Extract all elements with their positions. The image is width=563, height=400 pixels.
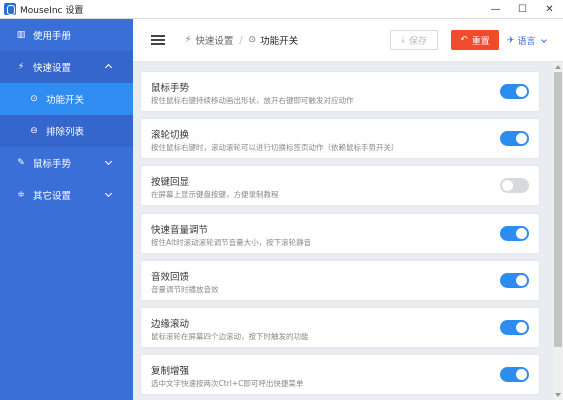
flash-icon: ⚡ [17,62,25,72]
setting-description: 按住Alt时滚动滚轮调节音量大小，按下滚轮静音 [151,238,312,247]
sidebar-item-exclude-list[interactable]: ⊖ 排除列表 [0,115,133,147]
close-button[interactable]: ✕ [536,0,563,19]
setting-title: 音效回馈 [151,272,190,283]
chevron-up-icon [104,63,113,72]
window-controls: — ☐ ✕ [482,0,563,19]
sidebar-item-label: 功能开关 [46,95,85,106]
mouse-gestures-toggle[interactable] [500,84,529,99]
sidebar-item-label: 排除列表 [46,127,85,138]
setting-card-volume-adjust: 快速音量调节 按住Alt时滚动滚轮调节音量大小，按下滚轮静音 [141,214,539,253]
chevron-down-icon [104,157,113,166]
sidebar-item-quick-settings[interactable]: ⚡ 快速设置 [0,51,133,83]
setting-description: 按住鼠标右键时，滚动滚轮可以进行切换标签页动作（依赖鼠标手势开关） [151,143,399,152]
scroll-down-arrow-icon[interactable] [555,393,561,397]
setting-description: 按住鼠标右键持续移动画出形状，放开右键即可触发对应动作 [151,96,354,105]
settings-list: 鼠标手势 按住鼠标右键持续移动画出形状，放开右键即可触发对应动作 滚轮切换 按住… [133,62,563,400]
header-bar: ⚡ 快速设置 / ⊙ 功能开关 ⤓ 保存 ↶ 重置 ✈ 语言 [133,19,563,62]
reset-button[interactable]: ↶ 重置 [451,30,499,50]
key-echo-toggle[interactable] [500,178,529,193]
book-icon: ▥ [16,30,26,40]
chevron-down-icon [104,189,113,198]
setting-card-sound-feedback: 音效回馈 音量调节时播放音效 [141,261,539,300]
tools-icon: ✎ [17,158,25,168]
sliders-icon: ≑ [17,190,25,200]
breadcrumb-current: 功能开关 [260,36,299,47]
breadcrumb: ⚡ 快速设置 / ⊙ 功能开关 [185,33,299,48]
window-title: MouseInc 设置 [20,5,84,16]
sidebar-item-other-settings[interactable]: ≑ 其它设置 [0,179,133,211]
title-bar: MouseInc 设置 — ☐ ✕ [0,0,563,19]
flash-icon: ⚡ [185,35,192,45]
sidebar-item-mouse-gestures[interactable]: ✎ 鼠标手势 [0,147,133,179]
breadcrumb-parent[interactable]: 快速设置 [195,33,233,47]
hamburger-menu-icon[interactable] [151,35,165,45]
setting-title: 按键回显 [151,177,190,188]
wheel-switch-toggle[interactable] [500,131,529,146]
language-icon: ✈ [507,35,515,46]
sidebar-item-feature-switches[interactable]: ⊙ 功能开关 [0,83,133,115]
setting-title: 边缘滚动 [151,319,190,330]
edge-scroll-toggle[interactable] [500,320,529,335]
scroll-up-arrow-icon[interactable] [555,65,561,69]
setting-description: 选中文字快速按两次Ctrl+C即可呼出快捷菜单 [151,379,304,388]
volume-adjust-toggle[interactable] [500,226,529,241]
minimize-button[interactable]: — [482,0,509,19]
setting-description: 音量调节时播放音效 [151,285,219,294]
download-icon: ⤓ [401,35,405,45]
setting-title: 鼠标手势 [151,83,190,94]
language-dropdown[interactable]: ✈ 语言 [507,34,547,47]
save-button-label: 保存 [408,36,427,47]
sidebar-item-manual[interactable]: ▥ 使用手册 [0,19,133,51]
setting-card-edge-scroll: 边缘滚动 鼠标滚轮在屏幕四个边滚动，按下时触发的功能 [141,308,539,347]
sidebar-item-label: 快速设置 [33,63,72,74]
reset-button-label: 重置 [471,36,490,47]
setting-card-copy-enhance: 复制增强 选中文字快速按两次Ctrl+C即可呼出快捷菜单 [141,355,539,394]
app-mouse-icon [4,3,16,15]
save-button[interactable]: ⤓ 保存 [390,30,438,50]
sidebar-item-label: 鼠标手势 [33,159,72,170]
setting-card-mouse-gestures: 鼠标手势 按住鼠标右键持续移动画出形状，放开右键即可触发对应动作 [141,72,539,111]
vertical-scrollbar[interactable] [553,62,563,400]
copy-enhance-toggle[interactable] [500,367,529,382]
setting-title: 滚轮切换 [151,130,190,141]
undo-icon: ↶ [460,35,468,45]
sidebar-item-label: 使用手册 [33,31,72,42]
setting-card-wheel-switch: 滚轮切换 按住鼠标右键时，滚动滚轮可以进行切换标签页动作（依赖鼠标手势开关） [141,119,539,158]
setting-description: 鼠标滚轮在屏幕四个边滚动，按下时触发的功能 [151,332,309,341]
sound-feedback-toggle[interactable] [500,273,529,288]
toggle-icon: ⊙ [30,94,38,104]
breadcrumb-separator: / [239,34,243,46]
minus-circle-icon: ⊖ [30,126,38,136]
sidebar-item-label: 其它设置 [33,191,72,202]
setting-card-key-echo: 按键回显 在屏幕上显示键盘按键，方便录制教程 [141,166,539,205]
sidebar: ▥ 使用手册 ⚡ 快速设置 ⊙ 功能开关 ⊖ 排除列表 ✎ 鼠标手势 ≑ 其它设… [0,19,133,400]
setting-description: 在屏幕上显示键盘按键，方便录制教程 [151,190,279,199]
scrollbar-thumb[interactable] [554,72,562,347]
setting-title: 快速音量调节 [151,225,209,236]
language-label: 语言 [517,37,536,47]
chevron-down-icon [540,36,547,43]
setting-title: 复制增强 [151,366,190,377]
maximize-button[interactable]: ☐ [509,0,536,19]
toggle-icon: ⊙ [248,35,257,45]
